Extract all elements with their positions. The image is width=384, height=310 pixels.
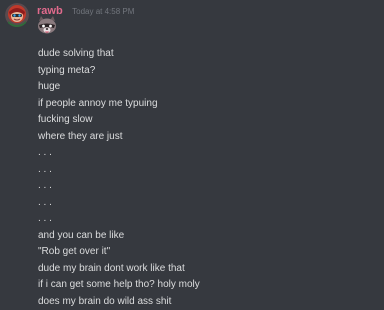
message-line: . . . xyxy=(38,196,52,208)
message-line: and you can be like xyxy=(38,229,125,241)
message-line: typing meta? xyxy=(38,64,96,76)
message-group: rawb Today at 4:58 PM dude solving that t… xyxy=(0,0,384,310)
message-line: "Rob get over it" xyxy=(38,246,111,257)
message-line: huge xyxy=(38,81,61,92)
message-lines: dude solving that typing meta? huge if peop… xyxy=(38,46,200,310)
user-avatar-icon[interactable] xyxy=(5,3,29,27)
raccoon-emoji-icon xyxy=(36,15,58,35)
message-line: if i can get some help tho? holy moly xyxy=(38,279,200,290)
message-line: . . . xyxy=(38,213,52,224)
message-line: . . . xyxy=(38,180,52,191)
timestamp: Today at 4:58 PM xyxy=(72,7,135,16)
message-line: . . . xyxy=(38,163,52,175)
message-line: dude my brain dont work like that xyxy=(38,262,185,274)
message-line: . . . xyxy=(38,147,52,158)
message-line: dude solving that xyxy=(38,48,114,59)
message-line: does my brain do wild ass shit xyxy=(38,295,172,307)
message-line: if people annoy me typuing xyxy=(38,97,158,109)
message-line: fucking slow xyxy=(38,114,93,125)
message-line: where they are just xyxy=(38,130,123,142)
